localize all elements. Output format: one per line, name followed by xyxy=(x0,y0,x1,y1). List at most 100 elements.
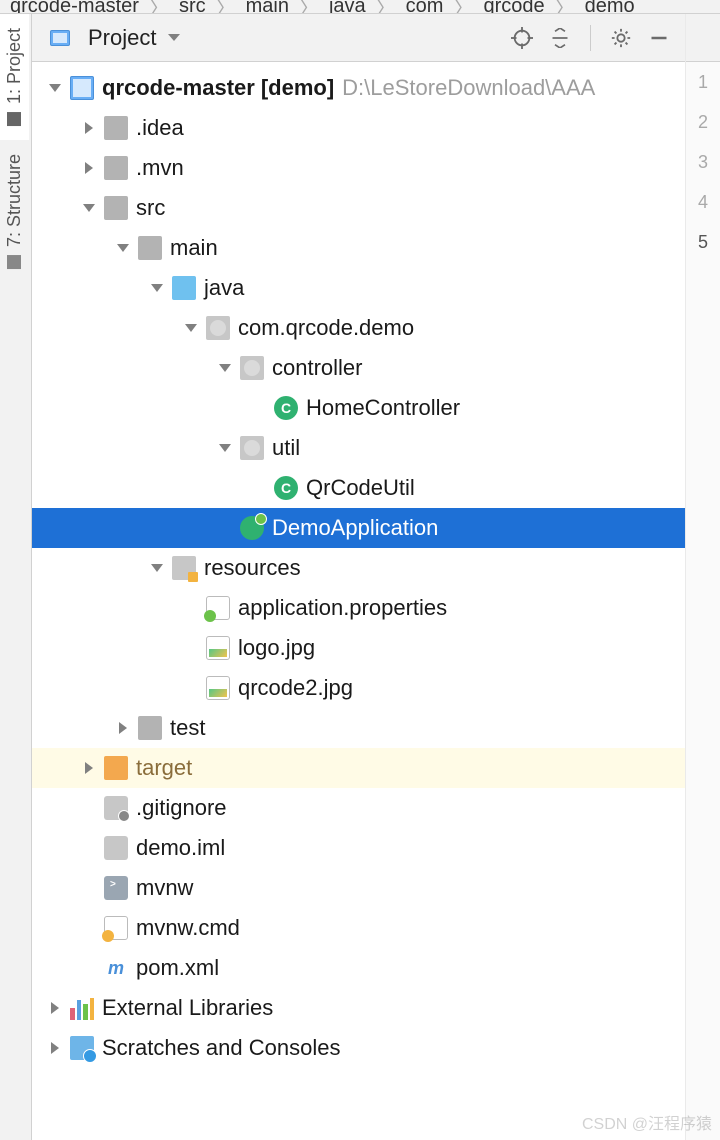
tree-node-demoapplication[interactable]: DemoApplication xyxy=(32,508,685,548)
collapse-icon[interactable] xyxy=(216,444,234,452)
collapse-icon[interactable] xyxy=(80,204,98,212)
tree-node-mvnw[interactable]: mvnw xyxy=(32,868,685,908)
tree-node-scratches-and-consoles[interactable]: Scratches and Consoles xyxy=(32,1028,685,1068)
tree-node-src[interactable]: src xyxy=(32,188,685,228)
tree-node--idea[interactable]: .idea xyxy=(32,108,685,148)
tree-node-label: External Libraries xyxy=(102,995,273,1021)
tree-node-label: qrcode-master xyxy=(102,75,255,101)
module-path: D:\LeStoreDownload\AAA xyxy=(342,75,595,101)
tree-node-label: QrCodeUtil xyxy=(306,475,415,501)
project-tree[interactable]: qrcode-master[demo] D:\LeStoreDownload\AA… xyxy=(32,62,685,1140)
tool-tab-project[interactable]: 1: Project xyxy=(0,14,29,140)
hide-panel-button[interactable] xyxy=(645,24,673,52)
chevron-down-icon xyxy=(168,34,180,41)
pkg-icon xyxy=(240,436,264,460)
tree-node-label: demo.iml xyxy=(136,835,225,861)
breadcrumb-segment[interactable]: com xyxy=(406,0,444,14)
breadcrumb[interactable]: qrcode-master〉src〉main〉java〉com〉qrcode〉d… xyxy=(0,0,720,14)
tree-node-main[interactable]: main xyxy=(32,228,685,268)
gear-icon xyxy=(610,27,632,49)
locate-button[interactable] xyxy=(508,24,536,52)
expand-icon[interactable] xyxy=(46,1042,64,1054)
gutter-line-number[interactable]: 5 xyxy=(686,222,720,262)
git-icon xyxy=(104,796,128,820)
tree-node-target[interactable]: target xyxy=(32,748,685,788)
settings-button[interactable] xyxy=(607,24,635,52)
tree-node-qrcodeutil[interactable]: QrCodeUtil xyxy=(32,468,685,508)
gutter-line-number[interactable]: 3 xyxy=(686,142,720,182)
tree-node-controller[interactable]: controller xyxy=(32,348,685,388)
tree-node-demo-iml[interactable]: demo.iml xyxy=(32,828,685,868)
folder-icon xyxy=(104,156,128,180)
tree-node-label: .mvn xyxy=(136,155,184,181)
tree-node-java[interactable]: java xyxy=(32,268,685,308)
tree-node-label: mvnw.cmd xyxy=(136,915,240,941)
tree-node-mvnw-cmd[interactable]: mvnw.cmd xyxy=(32,908,685,948)
tree-node-qrcode2-jpg[interactable]: qrcode2.jpg xyxy=(32,668,685,708)
expand-all-button[interactable] xyxy=(546,24,574,52)
expand-icon[interactable] xyxy=(80,162,98,174)
gutter-line-number[interactable]: 1 xyxy=(686,62,720,102)
tree-node--gitignore[interactable]: .gitignore xyxy=(32,788,685,828)
collapse-icon[interactable] xyxy=(182,324,200,332)
tree-node-homecontroller[interactable]: HomeController xyxy=(32,388,685,428)
tree-node-label: DemoApplication xyxy=(272,515,438,541)
tree-node-pom-xml[interactable]: pom.xml xyxy=(32,948,685,988)
tree-node-com-qrcode-demo[interactable]: com.qrcode.demo xyxy=(32,308,685,348)
tree-node-test[interactable]: test xyxy=(32,708,685,748)
tool-tab-structure[interactable]: 7: Structure xyxy=(0,140,29,283)
breadcrumb-segment[interactable]: main xyxy=(246,0,289,14)
collapse-icon[interactable] xyxy=(148,564,166,572)
tree-node-application-properties[interactable]: application.properties xyxy=(32,588,685,628)
folder-icon xyxy=(104,116,128,140)
expand-icon xyxy=(550,28,570,48)
breadcrumb-segment[interactable]: java xyxy=(329,0,366,14)
gutter-line-number[interactable]: 2 xyxy=(686,102,720,142)
gutter-line-number[interactable]: 4 xyxy=(686,182,720,222)
class-icon xyxy=(274,476,298,500)
tree-node-util[interactable]: util xyxy=(32,428,685,468)
breadcrumb-separator-icon: 〉 xyxy=(555,0,575,14)
expand-icon[interactable] xyxy=(80,122,98,134)
libs-icon xyxy=(70,996,94,1020)
left-tool-strip: 1: Project 7: Structure xyxy=(0,14,32,1140)
collapse-icon[interactable] xyxy=(46,84,64,92)
module-icon xyxy=(70,76,94,100)
breadcrumb-segment[interactable]: qrcode xyxy=(483,0,544,14)
tree-node--mvn[interactable]: .mvn xyxy=(32,148,685,188)
project-title-dropdown[interactable]: Project xyxy=(88,25,180,51)
module-context: [demo] xyxy=(261,75,334,101)
maven-icon xyxy=(104,956,128,980)
breadcrumb-segment[interactable]: src xyxy=(179,0,206,14)
tree-node-label: Scratches and Consoles xyxy=(102,1035,340,1061)
tree-node-label: logo.jpg xyxy=(238,635,315,661)
pkg-icon xyxy=(206,316,230,340)
minimize-icon xyxy=(649,28,669,48)
iml-icon xyxy=(104,836,128,860)
spring-icon xyxy=(240,516,264,540)
tree-node-label: resources xyxy=(204,555,301,581)
editor-gutter: 12345 xyxy=(686,14,720,1140)
expand-icon[interactable] xyxy=(46,1002,64,1014)
crosshair-icon xyxy=(511,27,533,49)
tree-node-label: application.properties xyxy=(238,595,447,621)
pkg-icon xyxy=(240,356,264,380)
tree-node-logo-jpg[interactable]: logo.jpg xyxy=(32,628,685,668)
project-tab-icon xyxy=(8,112,22,126)
collapse-icon[interactable] xyxy=(148,284,166,292)
expand-icon[interactable] xyxy=(80,762,98,774)
breadcrumb-segment[interactable]: demo xyxy=(585,0,635,14)
target-icon xyxy=(104,756,128,780)
tree-node-external-libraries[interactable]: External Libraries xyxy=(32,988,685,1028)
breadcrumb-separator-icon: 〉 xyxy=(299,0,319,14)
img-icon xyxy=(206,636,230,660)
tree-node-label: test xyxy=(170,715,205,741)
collapse-icon[interactable] xyxy=(114,244,132,252)
collapse-icon[interactable] xyxy=(216,364,234,372)
tree-node-resources[interactable]: resources xyxy=(32,548,685,588)
expand-icon[interactable] xyxy=(114,722,132,734)
breadcrumb-segment[interactable]: qrcode-master xyxy=(10,0,139,14)
tree-node-label: .idea xyxy=(136,115,184,141)
tree-node-qrcode-master[interactable]: qrcode-master[demo] D:\LeStoreDownload\AA… xyxy=(32,68,685,108)
watermark-text: CSDN @汪程序猿 xyxy=(582,1110,712,1134)
